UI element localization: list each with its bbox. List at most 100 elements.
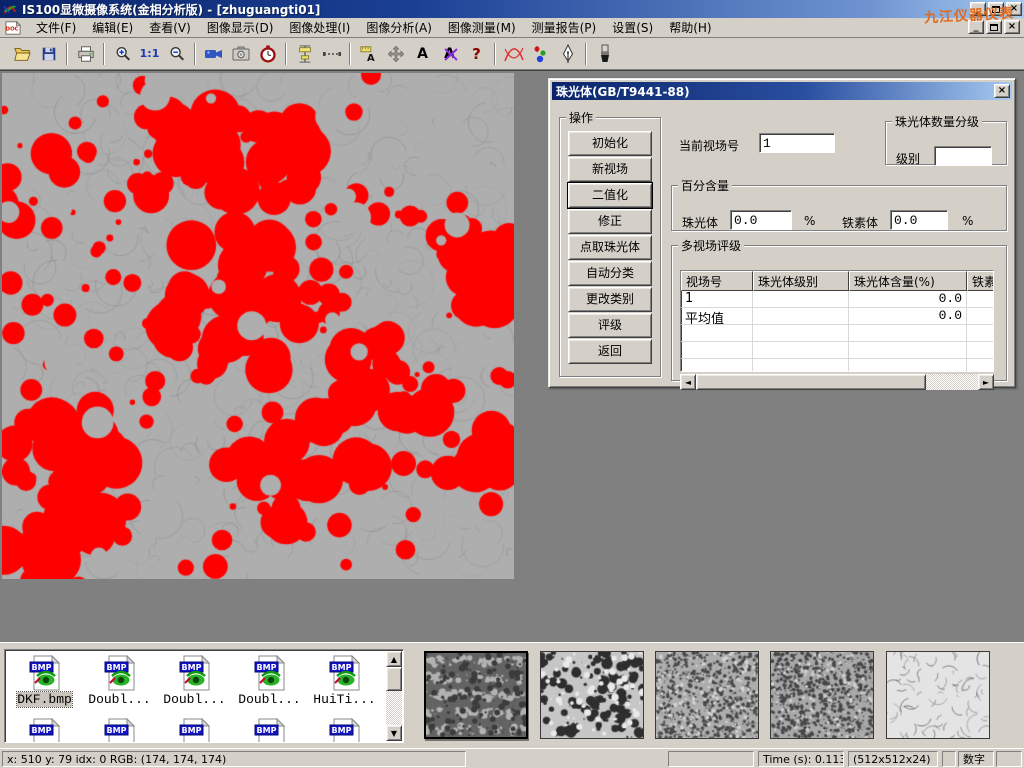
return-button[interactable]: 返回	[568, 339, 652, 364]
bmp-file-icon: BMP	[252, 655, 288, 691]
file-name: Doubl...	[163, 692, 225, 707]
bmp-file-icon: BMP	[27, 718, 63, 743]
pearlite-percent-input[interactable]	[730, 210, 792, 230]
dialog-close-button[interactable]: ×	[994, 84, 1010, 98]
window-close-button[interactable]: ×	[1006, 2, 1022, 16]
init-button[interactable]: 初始化	[568, 131, 652, 156]
scroll-right-icon[interactable]: ►	[978, 374, 994, 390]
thumbnail-4[interactable]	[770, 651, 874, 739]
brush-tool-icon[interactable]	[591, 42, 618, 66]
delete-text-icon[interactable]: A	[436, 42, 463, 66]
thumbnail-2[interactable]	[540, 651, 644, 739]
level-input[interactable]	[934, 146, 992, 166]
table-row[interactable]: 1 0.0	[681, 291, 993, 308]
grade-button[interactable]: 评级	[568, 313, 652, 338]
file-item[interactable]: BMP	[82, 715, 157, 743]
actual-size-icon[interactable]: 1:1	[136, 42, 163, 66]
scroll-left-icon[interactable]: ◄	[680, 374, 696, 390]
caliper-icon[interactable]	[291, 42, 318, 66]
file-item[interactable]: BMP	[7, 715, 82, 743]
menu-image-analysis[interactable]: 图像分析(A)	[358, 17, 440, 38]
thumbnail-1[interactable]	[424, 651, 528, 739]
pearlite-percent-sign: %	[804, 214, 815, 228]
thumbnail-5[interactable]	[886, 651, 990, 739]
menu-file[interactable]: 文件(F)	[28, 17, 84, 38]
menu-image-display[interactable]: 图像显示(D)	[199, 17, 282, 38]
pen-tool-icon[interactable]	[554, 42, 581, 66]
scrollbar-thumb[interactable]	[696, 374, 926, 390]
col-ferrite-content[interactable]: 铁素体含量	[967, 271, 994, 291]
scroll-up-icon[interactable]: ▲	[386, 651, 402, 667]
document-icon: DOC	[4, 20, 22, 36]
timer-icon[interactable]	[254, 42, 281, 66]
zoom-in-icon[interactable]	[109, 42, 136, 66]
change-class-button[interactable]: 更改类别	[568, 287, 652, 312]
current-field-input[interactable]	[759, 133, 835, 153]
file-item[interactable]: BMP	[232, 715, 307, 743]
table-hscrollbar[interactable]: ◄ ►	[680, 374, 994, 390]
file-vscrollbar[interactable]: ▲ ▼	[386, 651, 402, 741]
bmp-file-icon: BMP	[327, 718, 363, 743]
auto-classify-button[interactable]: 自动分类	[568, 261, 652, 286]
correct-button[interactable]: 修正	[568, 209, 652, 234]
open-icon[interactable]	[8, 42, 35, 66]
curve-tool-icon[interactable]	[500, 42, 527, 66]
window-minimize-button[interactable]: _	[970, 2, 986, 16]
binarize-button[interactable]: 二值化	[568, 183, 652, 208]
file-item[interactable]: BMP Doubl...	[157, 652, 232, 707]
menu-measure-report[interactable]: 测量报告(P)	[524, 17, 605, 38]
scrollbar-thumb[interactable]	[386, 667, 402, 691]
class-points-icon[interactable]	[527, 42, 554, 66]
file-name: HuiTi...	[313, 692, 375, 707]
video-camera-icon[interactable]	[200, 42, 227, 66]
svg-text:DOC: DOC	[6, 26, 19, 32]
file-item[interactable]: BMP Doubl...	[82, 652, 157, 707]
toolbar-separator	[349, 43, 351, 65]
col-pearlite-level[interactable]: 珠光体级别	[753, 271, 849, 291]
table-header-row: 视场号 珠光体级别 珠光体含量(%) 铁素体含量	[681, 271, 993, 291]
status-empty-panel	[668, 751, 754, 767]
dialog-title-bar[interactable]: 珠光体(GB/T9441-88) ×	[552, 82, 1012, 100]
menu-image-measure[interactable]: 图像测量(M)	[440, 17, 524, 38]
dotted-ruler-icon[interactable]	[318, 42, 345, 66]
zoom-out-icon[interactable]	[163, 42, 190, 66]
photo-camera-icon[interactable]	[227, 42, 254, 66]
save-icon[interactable]	[35, 42, 62, 66]
file-name: Doubl...	[238, 692, 300, 707]
app-icon	[2, 2, 18, 16]
col-field-no[interactable]: 视场号	[681, 271, 753, 291]
svg-text:BMP: BMP	[31, 663, 51, 672]
menu-help[interactable]: 帮助(H)	[661, 17, 719, 38]
move-tool-icon[interactable]	[382, 42, 409, 66]
ferrite-percent-sign: %	[962, 214, 973, 228]
text-tool-icon[interactable]: A	[409, 42, 436, 66]
file-item[interactable]: BMP	[157, 715, 232, 743]
menu-image-processing[interactable]: 图像处理(I)	[281, 17, 358, 38]
file-item[interactable]: BMP	[307, 715, 382, 743]
window-maximize-button[interactable]	[988, 2, 1004, 16]
multi-field-legend: 多视场评级	[678, 237, 744, 254]
print-icon[interactable]	[72, 42, 99, 66]
child-close-button[interactable]: ×	[1004, 20, 1020, 34]
measure-text-icon[interactable]: A	[355, 42, 382, 66]
menu-settings[interactable]: 设置(S)	[604, 17, 661, 38]
scroll-down-icon[interactable]: ▼	[386, 725, 402, 741]
child-restore-button[interactable]	[986, 20, 1002, 34]
pearlite-dialog: 珠光体(GB/T9441-88) × 操作 初始化 新视场 二值化 修正 点取珠…	[548, 78, 1016, 388]
child-minimize-button[interactable]: _	[968, 20, 984, 34]
ferrite-percent-input[interactable]	[890, 210, 948, 230]
menu-edit[interactable]: 编辑(E)	[84, 17, 141, 38]
help-icon[interactable]: ?	[463, 42, 490, 66]
file-item[interactable]: BMP Doubl...	[232, 652, 307, 707]
menu-view[interactable]: 查看(V)	[141, 17, 199, 38]
thumbnail-3[interactable]	[655, 651, 759, 739]
table-row[interactable]: 平均值 0.0	[681, 308, 993, 325]
file-item[interactable]: BMP DKF.bmp	[7, 652, 82, 707]
micrograph-image[interactable]	[2, 73, 514, 579]
toolbar-separator	[66, 43, 68, 65]
new-field-button[interactable]: 新视场	[568, 157, 652, 182]
bmp-file-icon: BMP	[27, 655, 63, 691]
file-item[interactable]: BMP HuiTi...	[307, 652, 382, 707]
col-pearlite-content[interactable]: 珠光体含量(%)	[849, 271, 967, 291]
pick-pearlite-button[interactable]: 点取珠光体	[568, 235, 652, 260]
